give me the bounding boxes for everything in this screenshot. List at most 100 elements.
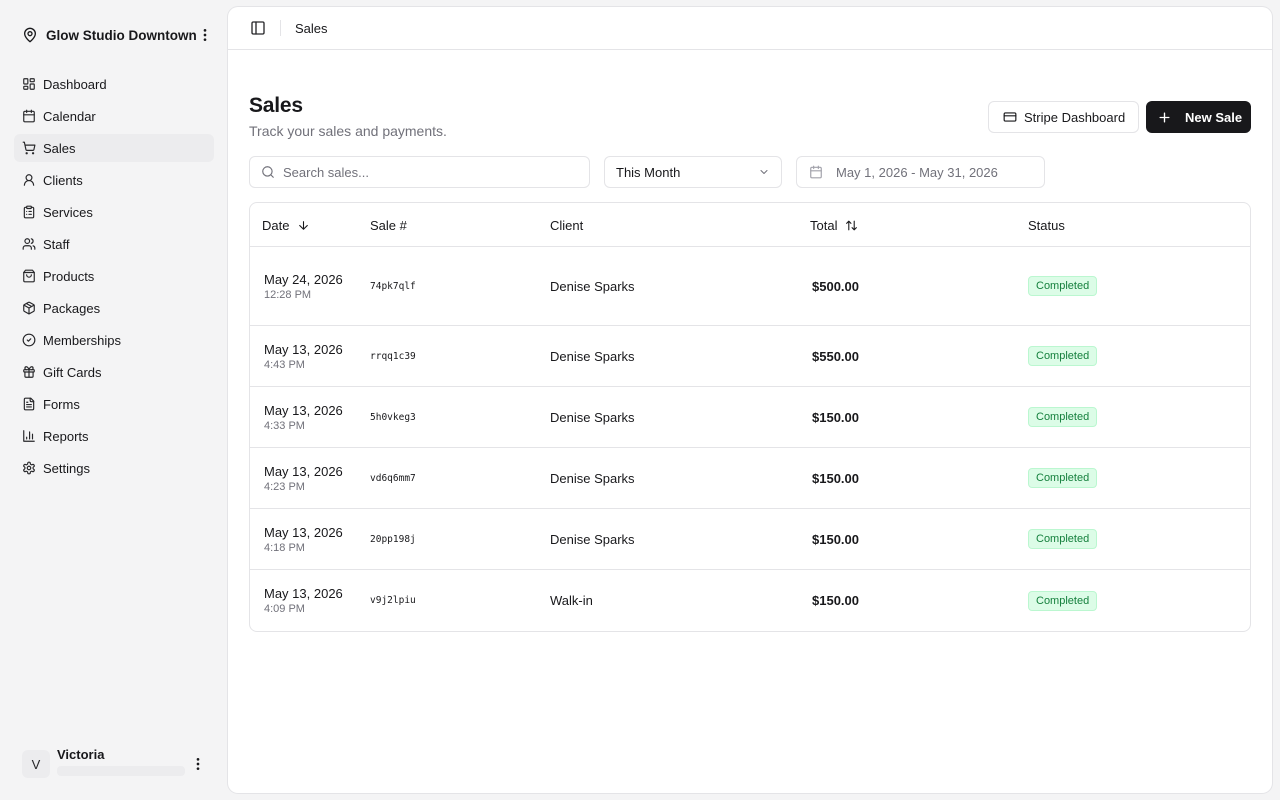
sidebar-item-settings[interactable]: Settings <box>14 454 214 482</box>
client-cell: Walk-in <box>550 570 593 631</box>
divider <box>280 20 281 36</box>
sale-number-cell: vd6q6mm7 <box>370 448 416 508</box>
main-panel: Sales Sales Track your sales and payment… <box>228 7 1272 793</box>
sidebar-item-packages[interactable]: Packages <box>14 294 214 322</box>
status-badge: Completed <box>1028 529 1098 549</box>
sidebar-item-gift-cards[interactable]: Gift Cards <box>14 358 214 386</box>
file-text-icon <box>22 397 36 411</box>
client-name: Denise Sparks <box>550 278 635 294</box>
table-row[interactable]: May 13, 2026 4:18 PM 20pp198j Denise Spar… <box>250 509 1250 570</box>
package-icon <box>22 301 36 315</box>
sidebar-item-label: Products <box>43 268 95 284</box>
sale-number-cell: 5h0vkeg3 <box>370 387 416 447</box>
sale-total: $150.00 <box>812 409 859 425</box>
sale-number: 20pp198j <box>370 533 416 545</box>
credit-card-icon <box>1003 110 1017 124</box>
table-header: Date Sale # Client Total Status <box>250 203 1250 247</box>
workspace-name: Glow Studio Downtown <box>46 27 197 43</box>
date-cell: May 13, 2026 4:43 PM <box>264 326 343 386</box>
client-name: Denise Sparks <box>550 348 635 364</box>
sidebar-item-dashboard[interactable]: Dashboard <box>14 70 214 98</box>
status-cell: Completed <box>1028 509 1098 569</box>
date-range-picker[interactable]: May 1, 2026 - May 31, 2026 <box>796 156 1045 188</box>
more-vertical-icon[interactable] <box>197 27 213 43</box>
page-title: Sales <box>249 94 303 117</box>
sidebar-item-label: Services <box>43 204 93 220</box>
sidebar-item-label: Sales <box>43 140 76 156</box>
gift-icon <box>22 365 36 379</box>
user-name: Victoria <box>57 746 105 762</box>
sale-number: v9j2lpiu <box>370 595 416 606</box>
sale-time: 4:18 PM <box>264 541 305 554</box>
bar-chart-icon <box>22 429 36 443</box>
client-name: Denise Sparks <box>550 531 635 547</box>
workspace-switcher[interactable]: Glow Studio Downtown <box>12 20 216 50</box>
sidebar-item-clients[interactable]: Clients <box>14 166 214 194</box>
sale-total: $150.00 <box>812 593 859 608</box>
sale-date: May 13, 2026 <box>264 524 343 540</box>
avatar: V <box>22 750 50 778</box>
stripe-dashboard-button[interactable]: Stripe Dashboard <box>988 101 1139 133</box>
cart-icon <box>22 141 36 155</box>
sidebar-item-forms[interactable]: Forms <box>14 390 214 418</box>
status-cell: Completed <box>1028 326 1098 386</box>
table-row[interactable]: May 13, 2026 4:23 PM vd6q6mm7 Denise Spar… <box>250 448 1250 509</box>
client-name: Denise Sparks <box>550 470 635 486</box>
sale-number-cell: 20pp198j <box>370 509 416 569</box>
page-header: Sales Track your sales and payments. <box>249 93 447 139</box>
sidebar-item-label: Forms <box>43 396 80 412</box>
search-box <box>249 156 590 188</box>
sidebar-item-calendar[interactable]: Calendar <box>14 102 214 130</box>
sale-number-cell: rrqq1c39 <box>370 326 416 386</box>
date-cell: May 13, 2026 4:18 PM <box>264 509 343 569</box>
sidebar-item-services[interactable]: Services <box>14 198 214 226</box>
bag-icon <box>22 269 36 283</box>
sale-total: $150.00 <box>812 531 859 547</box>
column-date[interactable]: Date <box>262 203 310 247</box>
sidebar-item-label: Clients <box>43 172 83 188</box>
new-sale-button[interactable]: New Sale <box>1146 101 1251 133</box>
sale-total: $550.00 <box>812 348 859 364</box>
table-row[interactable]: May 13, 2026 4:33 PM 5h0vkeg3 Denise Spar… <box>250 387 1250 448</box>
calendar-icon <box>809 165 823 179</box>
table-row[interactable]: May 24, 2026 12:28 PM 74pk7qlf Denise Spa… <box>250 247 1250 326</box>
sidebar-toggle-icon[interactable] <box>250 20 266 36</box>
sort-icon <box>845 219 858 232</box>
sidebar-item-staff[interactable]: Staff <box>14 230 214 258</box>
table-row[interactable]: May 13, 2026 4:09 PM v9j2lpiu Walk-in $15… <box>250 570 1250 631</box>
sale-number: vd6q6mm7 <box>370 472 416 484</box>
total-cell: $500.00 <box>812 247 859 325</box>
sidebar-item-memberships[interactable]: Memberships <box>14 326 214 354</box>
sidebar-item-sales[interactable]: Sales <box>14 134 214 162</box>
period-select-value: This Month <box>616 164 681 180</box>
status-cell: Completed <box>1028 387 1098 447</box>
sidebar-item-label: Settings <box>43 460 90 476</box>
topbar: Sales <box>228 7 1272 50</box>
sale-date: May 24, 2026 <box>264 271 343 287</box>
sidebar-item-reports[interactable]: Reports <box>14 422 214 450</box>
chevron-down-icon <box>758 166 770 178</box>
sidebar-item-label: Staff <box>43 236 70 252</box>
sale-number: 74pk7qlf <box>370 280 416 292</box>
period-select[interactable]: This Month <box>604 156 782 188</box>
table-row[interactable]: May 13, 2026 4:43 PM rrqq1c39 Denise Spar… <box>250 326 1250 387</box>
map-pin-icon <box>22 27 38 43</box>
column-total[interactable]: Total <box>810 203 858 247</box>
sidebar-item-label: Gift Cards <box>43 364 102 380</box>
client-name: Denise Sparks <box>550 409 635 425</box>
date-cell: May 13, 2026 4:23 PM <box>264 448 343 508</box>
sidebar-item-label: Packages <box>43 300 101 316</box>
sale-date: May 13, 2026 <box>264 341 343 357</box>
sale-time: 4:43 PM <box>264 358 305 371</box>
user-menu[interactable]: V Victoria <box>14 744 214 784</box>
search-input[interactable] <box>283 164 563 180</box>
status-badge: Completed <box>1028 468 1098 488</box>
breadcrumb: Sales <box>295 20 328 36</box>
page-subtitle: Track your sales and payments. <box>249 123 447 139</box>
sale-total: $150.00 <box>812 470 859 486</box>
total-cell: $150.00 <box>812 509 859 569</box>
sidebar-item-products[interactable]: Products <box>14 262 214 290</box>
client-name: Walk-in <box>550 593 593 608</box>
client-cell: Denise Sparks <box>550 387 635 447</box>
more-vertical-icon[interactable] <box>190 756 206 772</box>
